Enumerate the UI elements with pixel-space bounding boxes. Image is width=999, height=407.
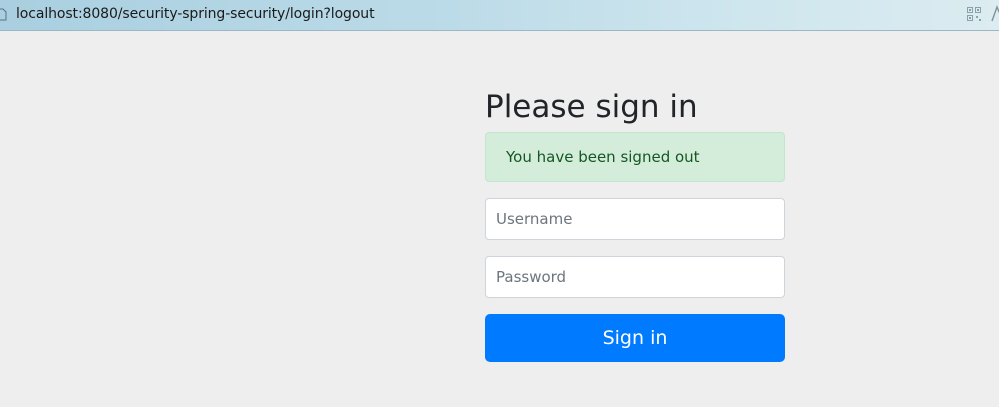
qr-code-icon[interactable] — [967, 7, 981, 21]
password-input[interactable] — [485, 256, 785, 298]
url-text[interactable]: localhost:8080/security-spring-security/… — [16, 6, 375, 22]
sign-in-button[interactable]: Sign in — [485, 314, 785, 362]
username-input[interactable] — [485, 198, 785, 240]
page-icon — [0, 8, 7, 21]
browser-address-bar: localhost:8080/security-spring-security/… — [0, 0, 999, 31]
page-content: Please sign in You have been signed out … — [0, 31, 999, 407]
browser-icon[interactable] — [990, 5, 999, 23]
page-title: Please sign in — [485, 89, 698, 125]
signed-out-alert: You have been signed out — [485, 132, 785, 182]
